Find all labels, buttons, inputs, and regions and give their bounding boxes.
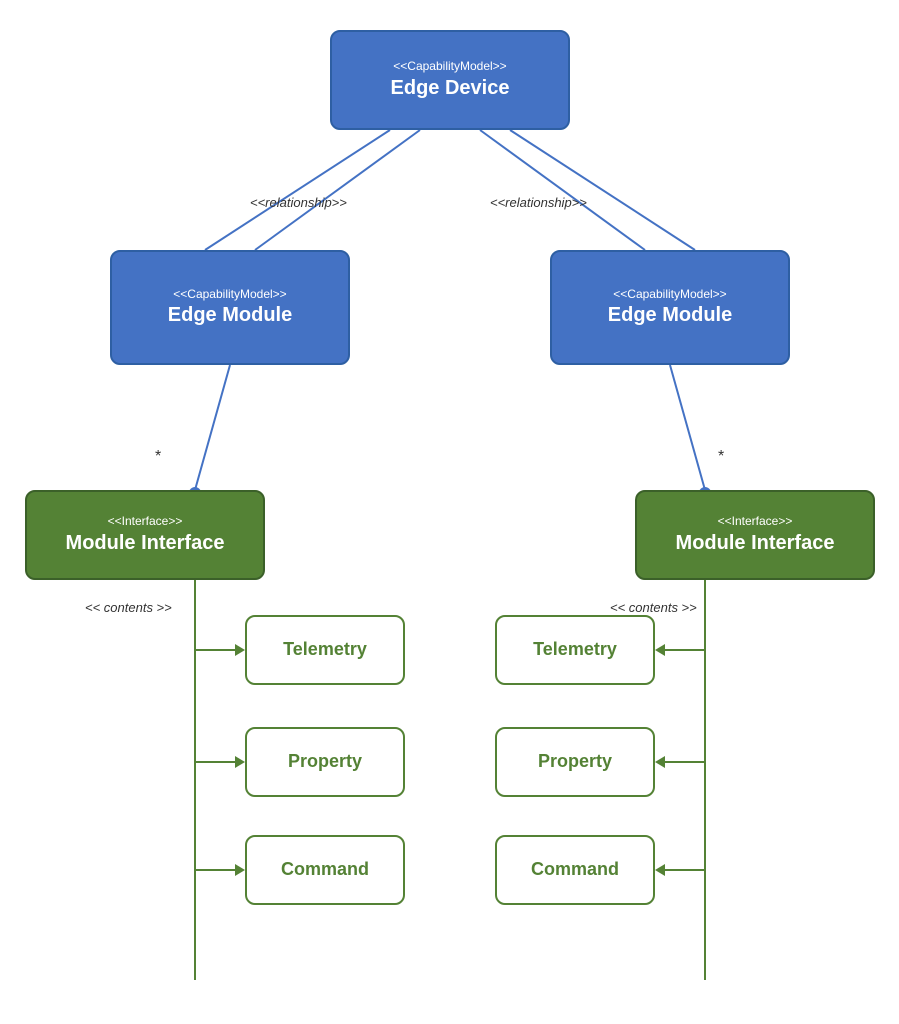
command-left-box: Command: [245, 835, 405, 905]
property-right-box: Property: [495, 727, 655, 797]
edge-module-right-box: <<CapabilityModel>> Edge Module: [550, 250, 790, 365]
edge-device-stereotype: <<CapabilityModel>>: [393, 59, 506, 75]
property-left-title: Property: [288, 750, 362, 773]
edge-device-box: <<CapabilityModel>> Edge Device: [330, 30, 570, 130]
module-interface-left-title: Module Interface: [66, 530, 225, 556]
edge-module-right-stereotype: <<CapabilityModel>>: [613, 287, 726, 303]
telemetry-right-title: Telemetry: [533, 638, 617, 661]
diagram: <<CapabilityModel>> Edge Device <<relati…: [0, 0, 899, 1024]
edge-module-left-title: Edge Module: [168, 302, 292, 328]
command-left-title: Command: [281, 858, 369, 881]
command-right-box: Command: [495, 835, 655, 905]
telemetry-left-box: Telemetry: [245, 615, 405, 685]
contents-left-label: << contents >>: [85, 600, 172, 615]
edge-module-left-stereotype: <<CapabilityModel>>: [173, 287, 286, 303]
module-interface-right-title: Module Interface: [676, 530, 835, 556]
multiplicity-left: *: [155, 448, 161, 466]
telemetry-left-title: Telemetry: [283, 638, 367, 661]
edge-device-title: Edge Device: [391, 75, 510, 101]
multiplicity-right: *: [718, 448, 724, 466]
property-left-box: Property: [245, 727, 405, 797]
edge-module-left-box: <<CapabilityModel>> Edge Module: [110, 250, 350, 365]
module-interface-left-stereotype: <<Interface>>: [108, 514, 183, 530]
command-right-title: Command: [531, 858, 619, 881]
module-interface-left-box: <<Interface>> Module Interface: [25, 490, 265, 580]
telemetry-right-box: Telemetry: [495, 615, 655, 685]
property-right-title: Property: [538, 750, 612, 773]
relationship-right-label: <<relationship>>: [490, 195, 587, 210]
relationship-left-label: <<relationship>>: [250, 195, 347, 210]
module-interface-right-stereotype: <<Interface>>: [718, 514, 793, 530]
edge-module-right-title: Edge Module: [608, 302, 732, 328]
contents-right-label: << contents >>: [610, 600, 697, 615]
module-interface-right-box: <<Interface>> Module Interface: [635, 490, 875, 580]
